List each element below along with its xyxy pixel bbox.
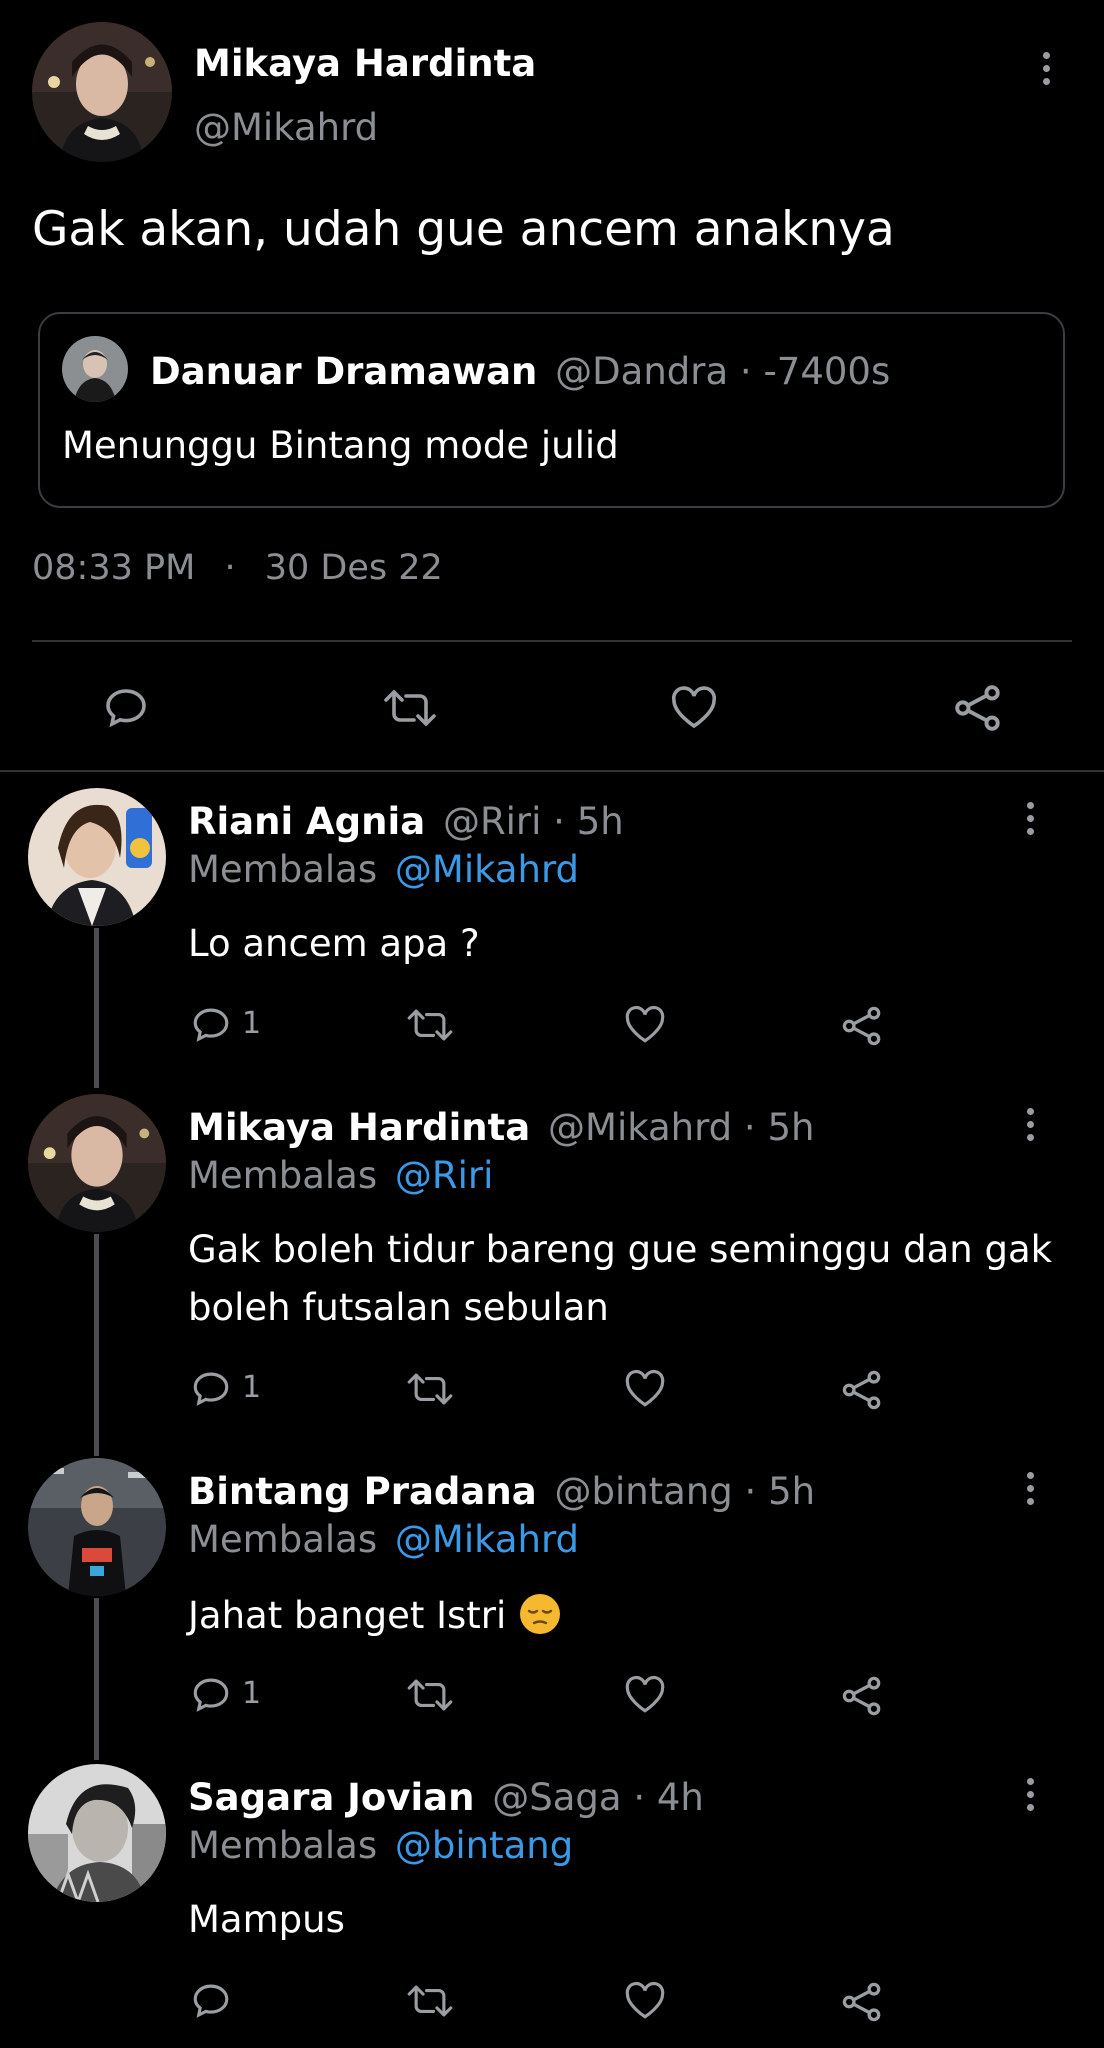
like-icon[interactable] bbox=[622, 1674, 668, 1716]
tweet-time: 08:33 PM bbox=[32, 548, 196, 588]
reply-count: 1 bbox=[242, 1370, 262, 1405]
quoted-author-name: Danuar Dramawan bbox=[150, 350, 538, 393]
share-icon[interactable] bbox=[952, 682, 1004, 734]
reply-text: boleh futsalan sebulan bbox=[188, 1286, 609, 1329]
thread-line bbox=[94, 928, 99, 1088]
share-icon[interactable] bbox=[840, 1004, 884, 1048]
replying-label: Membalas bbox=[188, 1154, 378, 1197]
divider bbox=[32, 640, 1072, 642]
avatar[interactable] bbox=[28, 1764, 166, 1902]
share-icon[interactable] bbox=[840, 1674, 884, 1718]
separator-dot: · bbox=[224, 548, 236, 588]
author-name[interactable]: Mikaya Hardinta bbox=[188, 1106, 530, 1149]
author-meta: @bintang · 5h bbox=[554, 1470, 816, 1513]
retweet-icon[interactable] bbox=[404, 1674, 456, 1716]
pensive-face-emoji bbox=[518, 1592, 562, 1636]
retweet-icon[interactable] bbox=[404, 1368, 456, 1410]
author-name[interactable]: Sagara Jovian bbox=[188, 1776, 474, 1819]
avatar[interactable] bbox=[32, 22, 172, 162]
replying-label: Membalas bbox=[188, 1518, 378, 1561]
share-icon[interactable] bbox=[840, 1368, 884, 1412]
reply-text: Gak boleh tidur bareng gue seminggu dan … bbox=[188, 1228, 1053, 1271]
more-options-icon[interactable] bbox=[1020, 1108, 1040, 1141]
replying-to-link[interactable]: @Mikahrd bbox=[395, 1518, 579, 1561]
like-icon[interactable] bbox=[622, 1368, 668, 1410]
author-name[interactable]: Riani Agnia bbox=[188, 800, 425, 843]
like-icon[interactable] bbox=[668, 684, 720, 732]
tweet-text: Gak akan, udah gue ancem anaknya bbox=[32, 202, 895, 257]
thread-line bbox=[94, 1234, 99, 1456]
reply-icon[interactable] bbox=[190, 1368, 232, 1410]
more-options-icon[interactable] bbox=[1020, 1472, 1040, 1505]
reply-text: Lo ancem apa ? bbox=[188, 922, 480, 965]
avatar[interactable] bbox=[28, 1458, 166, 1596]
replying-label: Membalas bbox=[188, 1824, 378, 1867]
avatar[interactable] bbox=[28, 1094, 166, 1232]
quoted-author-meta: @Dandra · -7400s bbox=[555, 350, 891, 393]
share-icon[interactable] bbox=[840, 1980, 884, 2024]
like-icon[interactable] bbox=[622, 1980, 668, 2022]
author-name[interactable]: Mikaya Hardinta bbox=[194, 42, 536, 85]
avatar[interactable] bbox=[28, 788, 166, 926]
reply-icon[interactable] bbox=[102, 684, 150, 732]
thread-line bbox=[94, 1598, 99, 1760]
replying-to-link[interactable]: @Mikahrd bbox=[395, 848, 579, 891]
replying-label: Membalas bbox=[188, 848, 378, 891]
avatar bbox=[62, 336, 128, 402]
retweet-icon[interactable] bbox=[404, 1004, 456, 1046]
divider bbox=[0, 770, 1104, 772]
reply-count: 1 bbox=[242, 1676, 262, 1711]
more-options-icon[interactable] bbox=[1020, 802, 1040, 835]
author-meta: @Saga · 4h bbox=[492, 1776, 704, 1819]
author-meta: @Mikahrd · 5h bbox=[548, 1106, 815, 1149]
tweet-date: 30 Des 22 bbox=[264, 548, 443, 588]
retweet-icon[interactable] bbox=[404, 1980, 456, 2022]
author-meta: @Riri · 5h bbox=[442, 800, 624, 843]
quoted-tweet[interactable]: Danuar Dramawan @Dandra · -7400s Menungg… bbox=[38, 312, 1065, 508]
retweet-icon[interactable] bbox=[380, 684, 440, 732]
like-icon[interactable] bbox=[622, 1004, 668, 1046]
reply-icon[interactable] bbox=[190, 1980, 232, 2022]
reply-text: Mampus bbox=[188, 1898, 345, 1941]
author-handle[interactable]: @Mikahrd bbox=[194, 106, 378, 149]
replying-to-link[interactable]: @Riri bbox=[395, 1154, 493, 1197]
reply-count: 1 bbox=[242, 1006, 262, 1041]
reply-icon[interactable] bbox=[190, 1674, 232, 1716]
replying-to-link[interactable]: @bintang bbox=[395, 1824, 573, 1867]
author-name[interactable]: Bintang Pradana bbox=[188, 1470, 537, 1513]
more-options-icon[interactable] bbox=[1020, 1778, 1040, 1811]
quoted-tweet-text: Menunggu Bintang mode julid bbox=[62, 424, 619, 467]
more-options-icon[interactable] bbox=[1036, 52, 1056, 85]
reply-text: Jahat banget Istri bbox=[188, 1594, 507, 1637]
reply-icon[interactable] bbox=[190, 1004, 232, 1046]
